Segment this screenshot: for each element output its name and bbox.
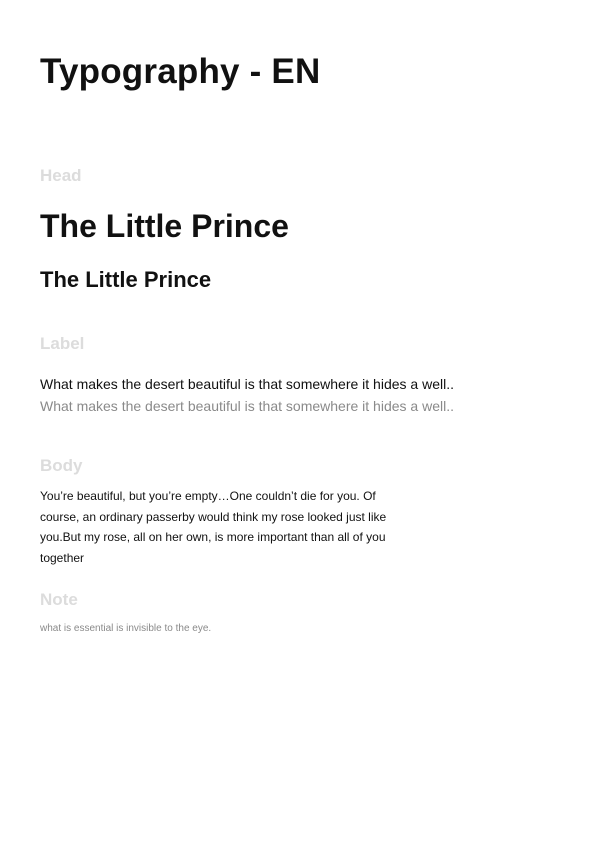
section-label-body: Body [40, 456, 83, 475]
section-label-label: Label [40, 334, 85, 353]
head-large-sample: The Little Prince [40, 208, 289, 244]
label-sample-dark: What makes the desert beautiful is that … [40, 376, 454, 392]
head-medium-sample: The Little Prince [40, 267, 212, 292]
body-sample: You’re beautiful, but you’re empty…One c… [40, 489, 387, 565]
note-sample: what is essential is invisible to the ey… [40, 623, 212, 634]
section-label-head: Head [40, 166, 82, 185]
section-label-note: Note [40, 590, 78, 609]
label-sample-light: What makes the desert beautiful is that … [40, 398, 454, 414]
page-title: Typography - EN [40, 52, 321, 91]
